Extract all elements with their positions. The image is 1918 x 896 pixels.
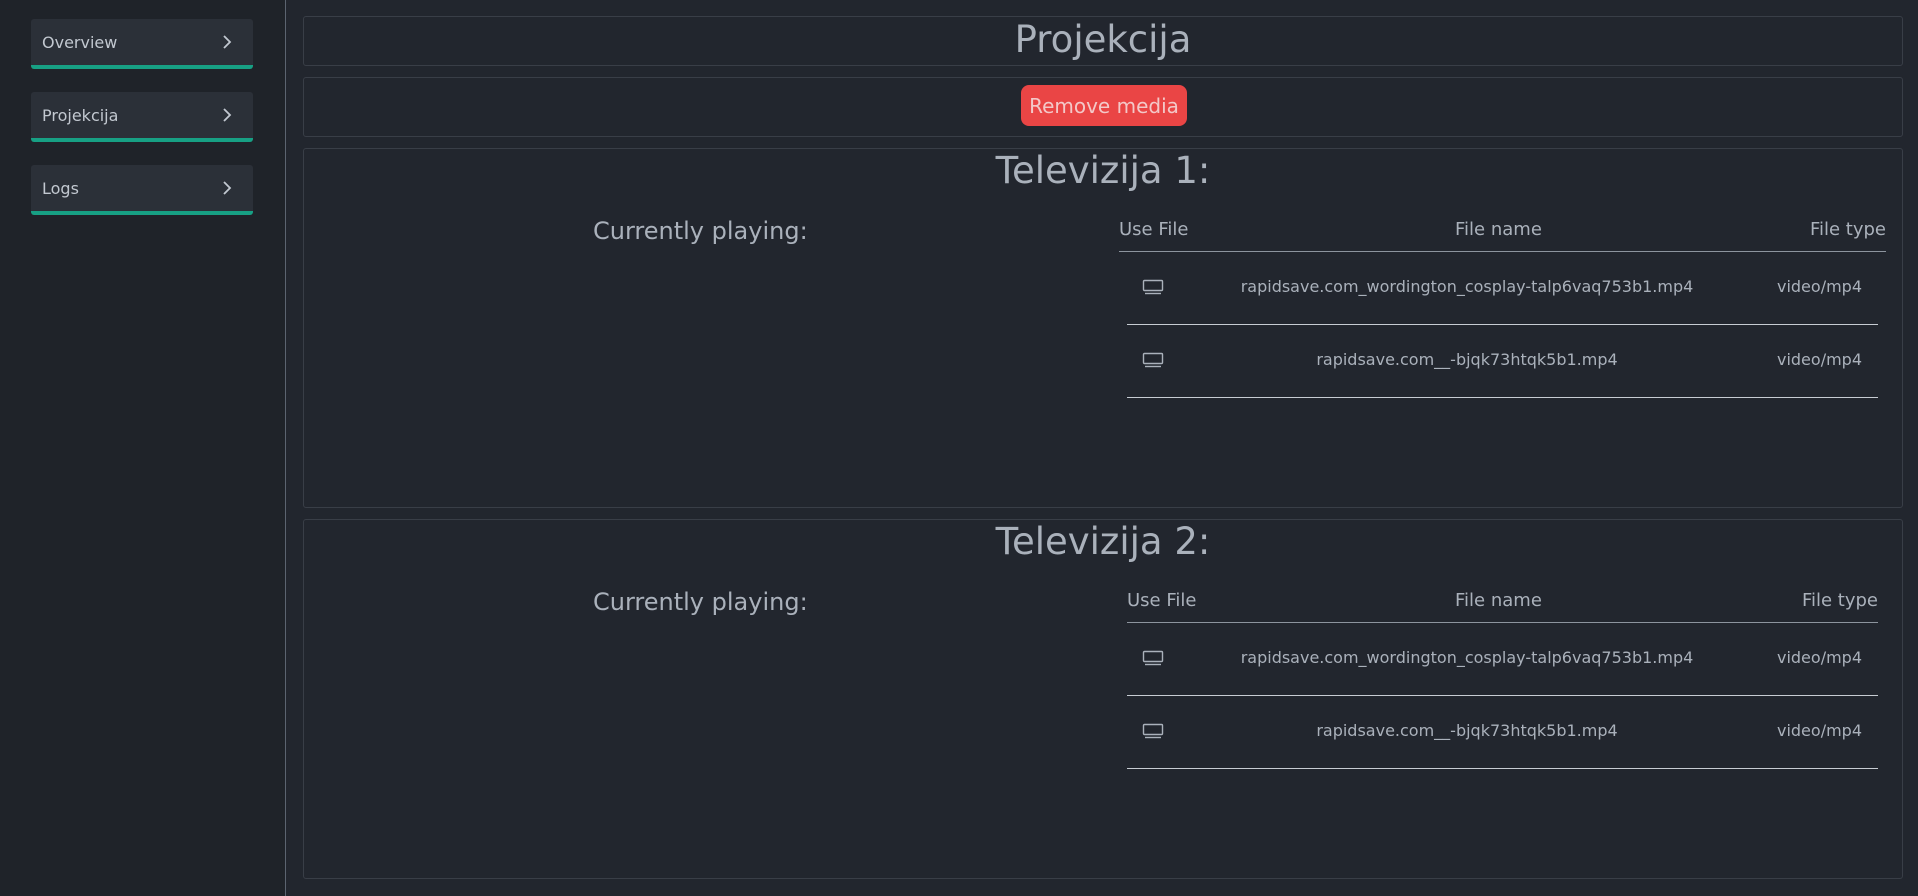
file-name: rapidsave.com_wordington_cosplay-talp6va… (1240, 277, 1694, 296)
table-row: rapidsave.com__-bjqk73htqk5b1.mp4 video/… (1127, 325, 1878, 398)
file-type: video/mp4 (1776, 648, 1862, 667)
column-header-file-name: File name (1455, 590, 1542, 611)
sidebar: Overview Projekcija Logs (0, 0, 286, 896)
monitor-icon[interactable] (1141, 649, 1165, 667)
page-title: Projekcija (1014, 18, 1192, 61)
tv-title: Televizija 2: (995, 520, 1211, 563)
file-type: video/mp4 (1776, 721, 1862, 740)
tv-title: Televizija 1: (995, 149, 1211, 192)
column-header-use-file: Use File (1119, 219, 1189, 240)
column-header-file-name: File name (1455, 219, 1542, 240)
table-row: rapidsave.com_wordington_cosplay-talp6va… (1127, 623, 1878, 696)
column-header-file-type: File type (1809, 219, 1886, 240)
sidebar-item-label: Logs (42, 179, 79, 198)
chevron-right-icon (223, 181, 232, 195)
sidebar-item-label: Projekcija (42, 106, 119, 125)
monitor-icon[interactable] (1141, 278, 1165, 296)
monitor-icon[interactable] (1141, 351, 1165, 369)
column-header-use-file: Use File (1127, 590, 1197, 611)
actions-panel: Remove media (303, 77, 1903, 137)
remove-media-button[interactable]: Remove media (1021, 85, 1187, 126)
column-header-file-type: File type (1801, 590, 1878, 611)
currently-playing-label: Currently playing: (593, 588, 808, 616)
chevron-right-icon (223, 35, 232, 49)
table-header: Use File File name File type (1119, 213, 1886, 252)
monitor-icon[interactable] (1141, 722, 1165, 740)
sidebar-item-label: Overview (42, 33, 118, 52)
file-name: rapidsave.com__-bjqk73htqk5b1.mp4 (1316, 350, 1618, 369)
sidebar-item-logs[interactable]: Logs (31, 165, 253, 215)
file-type: video/mp4 (1776, 350, 1862, 369)
chevron-right-icon (223, 108, 232, 122)
sidebar-item-overview[interactable]: Overview (31, 19, 253, 69)
file-name: rapidsave.com__-bjqk73htqk5b1.mp4 (1316, 721, 1618, 740)
title-panel: Projekcija (303, 16, 1903, 66)
file-name: rapidsave.com_wordington_cosplay-talp6va… (1240, 648, 1694, 667)
table-row: rapidsave.com__-bjqk73htqk5b1.mp4 video/… (1127, 696, 1878, 769)
table-row: rapidsave.com_wordington_cosplay-talp6va… (1127, 252, 1878, 325)
sidebar-item-projekcija[interactable]: Projekcija (31, 92, 253, 142)
table-header: Use File File name File type (1127, 584, 1878, 623)
currently-playing-label: Currently playing: (593, 217, 808, 245)
tv-2-panel: Televizija 2: Currently playing: Use Fil… (303, 519, 1903, 879)
tv-1-panel: Televizija 1: Currently playing: Use Fil… (303, 148, 1903, 508)
file-type: video/mp4 (1776, 277, 1862, 296)
